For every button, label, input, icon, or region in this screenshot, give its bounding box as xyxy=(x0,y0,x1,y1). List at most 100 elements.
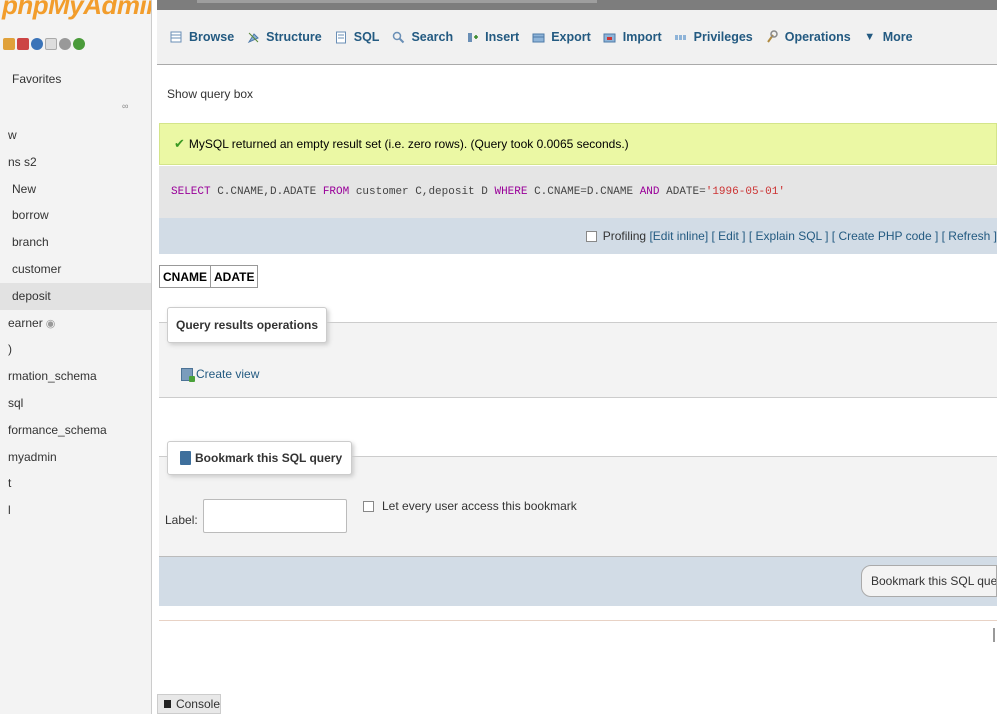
tab-import[interactable]: Import xyxy=(599,22,670,52)
settings-icon[interactable] xyxy=(59,38,71,50)
sql-query-display: SELECT C.CNAME,D.ADATE FROM customer C,d… xyxy=(159,166,997,218)
help-icon[interactable] xyxy=(31,38,43,50)
table-header-row: CNAME ADATE xyxy=(159,265,259,288)
checkmark-icon: ✔ xyxy=(174,136,185,151)
tree-item[interactable]: t xyxy=(0,470,151,497)
bookmark-icon xyxy=(180,451,191,465)
tab-label: Browse xyxy=(189,30,235,44)
tree-item-mysql[interactable]: sql xyxy=(0,390,151,417)
console-toggle[interactable]: Console xyxy=(157,694,221,714)
scroll-marker xyxy=(993,628,995,642)
tree-item[interactable]: ) xyxy=(0,336,151,363)
logout-icon[interactable] xyxy=(17,38,29,50)
tab-label: Import xyxy=(622,30,662,44)
refresh-link[interactable]: [ Refresh ] xyxy=(942,229,997,243)
sql-keyword[interactable]: WHERE xyxy=(494,186,527,198)
link-icon[interactable]: ∞ xyxy=(122,101,128,111)
import-icon xyxy=(603,30,617,44)
tab-label: Insert xyxy=(485,30,520,44)
breadcrumb-bar xyxy=(157,0,997,10)
tab-more[interactable]: ▼ More xyxy=(859,22,921,52)
tree-item-table-customer[interactable]: customer xyxy=(0,256,151,283)
create-view-link[interactable]: Create view xyxy=(181,367,260,382)
tab-search[interactable]: Search xyxy=(387,22,461,52)
eye-icon[interactable]: ◉ xyxy=(46,318,56,330)
sql-fragment: C.CNAME=D.CNAME xyxy=(527,186,640,198)
tab-label: More xyxy=(882,30,913,44)
query-results-operations: Query results operations Create view xyxy=(159,307,997,398)
tree-item-label: earner xyxy=(8,315,43,330)
sql-keyword[interactable]: FROM xyxy=(323,186,349,198)
edit-inline-link[interactable]: [Edit inline] xyxy=(649,229,708,243)
share-bookmark-option[interactable]: Let every user access this bookmark xyxy=(363,499,577,513)
tab-label: Operations xyxy=(784,30,851,44)
favorites-label[interactable]: Favorites xyxy=(12,72,61,86)
database-tree: w ns s2 New borrow branch customer depos… xyxy=(0,122,151,524)
reload-icon[interactable] xyxy=(73,38,85,50)
create-view-label: Create view xyxy=(196,367,260,381)
tab-operations[interactable]: Operations xyxy=(761,22,859,52)
breadcrumb xyxy=(197,0,597,3)
tree-item-new[interactable]: New xyxy=(0,176,151,203)
chevron-down-icon: ▼ xyxy=(864,31,876,43)
bookmark-footer: Bookmark this SQL query xyxy=(159,556,997,606)
console-icon xyxy=(164,700,171,708)
sql-actions-bar: Profiling [Edit inline] [ Edit ] [ Expla… xyxy=(159,218,997,254)
tab-structure[interactable]: Structure xyxy=(242,22,330,52)
explain-sql-link[interactable]: [ Explain SQL ] xyxy=(749,229,829,243)
home-icon[interactable] xyxy=(3,38,15,50)
sql-fragment: ADATE= xyxy=(659,186,706,198)
tree-item[interactable]: w xyxy=(0,122,151,149)
main-content: Show query box ✔ MySQL returned an empty… xyxy=(157,66,997,714)
tab-privileges[interactable]: Privileges xyxy=(670,22,761,52)
tree-item-information-schema[interactable]: rmation_schema xyxy=(0,363,151,390)
tab-label: Export xyxy=(551,30,591,44)
operations-icon xyxy=(765,30,779,44)
sql-keyword[interactable]: SELECT xyxy=(171,186,211,198)
sql-string: '1996-05-01' xyxy=(705,186,785,198)
insert-icon xyxy=(465,30,479,44)
tab-insert[interactable]: Insert xyxy=(461,22,527,52)
bookmark-label-input[interactable] xyxy=(203,499,347,533)
tab-export[interactable]: Export xyxy=(527,22,599,52)
tree-item-table-earner[interactable]: earner ◉ xyxy=(0,310,151,337)
docs-icon[interactable] xyxy=(45,38,57,50)
profiling-label: Profiling xyxy=(602,229,647,243)
bookmark-submit-button[interactable]: Bookmark this SQL query xyxy=(861,565,997,597)
tab-label: Structure xyxy=(266,30,322,44)
column-header-adate[interactable]: ADATE xyxy=(209,265,259,288)
browse-icon xyxy=(169,30,183,44)
tab-sql[interactable]: SQL xyxy=(330,22,388,52)
result-table: CNAME ADATE xyxy=(159,265,259,288)
tree-item-table-borrow[interactable]: borrow xyxy=(0,202,151,229)
profiling-checkbox[interactable] xyxy=(585,230,597,242)
table-tabs: Browse Structure SQL Search Insert Expor… xyxy=(157,10,997,65)
tree-item-table-branch[interactable]: branch xyxy=(0,229,151,256)
show-query-box-link[interactable]: Show query box xyxy=(167,87,253,101)
tab-browse[interactable]: Browse xyxy=(165,22,242,52)
tab-label: SQL xyxy=(353,30,380,44)
tree-item-database[interactable]: ns s2 xyxy=(0,149,151,176)
bookmark-title: Bookmark this SQL query xyxy=(167,441,353,475)
edit-link[interactable]: [ Edit ] xyxy=(712,229,746,243)
tree-item[interactable]: l xyxy=(0,497,151,524)
column-header-cname[interactable]: CNAME xyxy=(159,265,211,288)
sidebar-toolbar xyxy=(3,38,85,50)
privileges-icon xyxy=(674,30,688,44)
tree-item-table-deposit[interactable]: deposit xyxy=(0,282,151,310)
phpmyadmin-logo[interactable]: phpMyAdmin xyxy=(2,0,151,21)
sql-keyword[interactable]: AND xyxy=(640,186,660,198)
create-view-icon xyxy=(181,367,195,382)
label-field-label: Label: xyxy=(165,513,198,527)
tree-item-phpmyadmin[interactable]: myadmin xyxy=(0,444,151,471)
search-icon xyxy=(391,30,405,44)
bookmark-section: Bookmark this SQL query Label: Let every… xyxy=(159,441,997,556)
tab-label: Search xyxy=(411,30,454,44)
structure-icon xyxy=(246,30,260,44)
share-bookmark-label: Let every user access this bookmark xyxy=(382,499,577,513)
sql-icon xyxy=(334,30,348,44)
tree-item-performance-schema[interactable]: formance_schema xyxy=(0,417,151,444)
sql-fragment: C.CNAME,D.ADATE xyxy=(210,186,323,198)
share-bookmark-checkbox[interactable] xyxy=(363,500,374,512)
create-php-code-link[interactable]: [ Create PHP code ] xyxy=(832,229,939,243)
